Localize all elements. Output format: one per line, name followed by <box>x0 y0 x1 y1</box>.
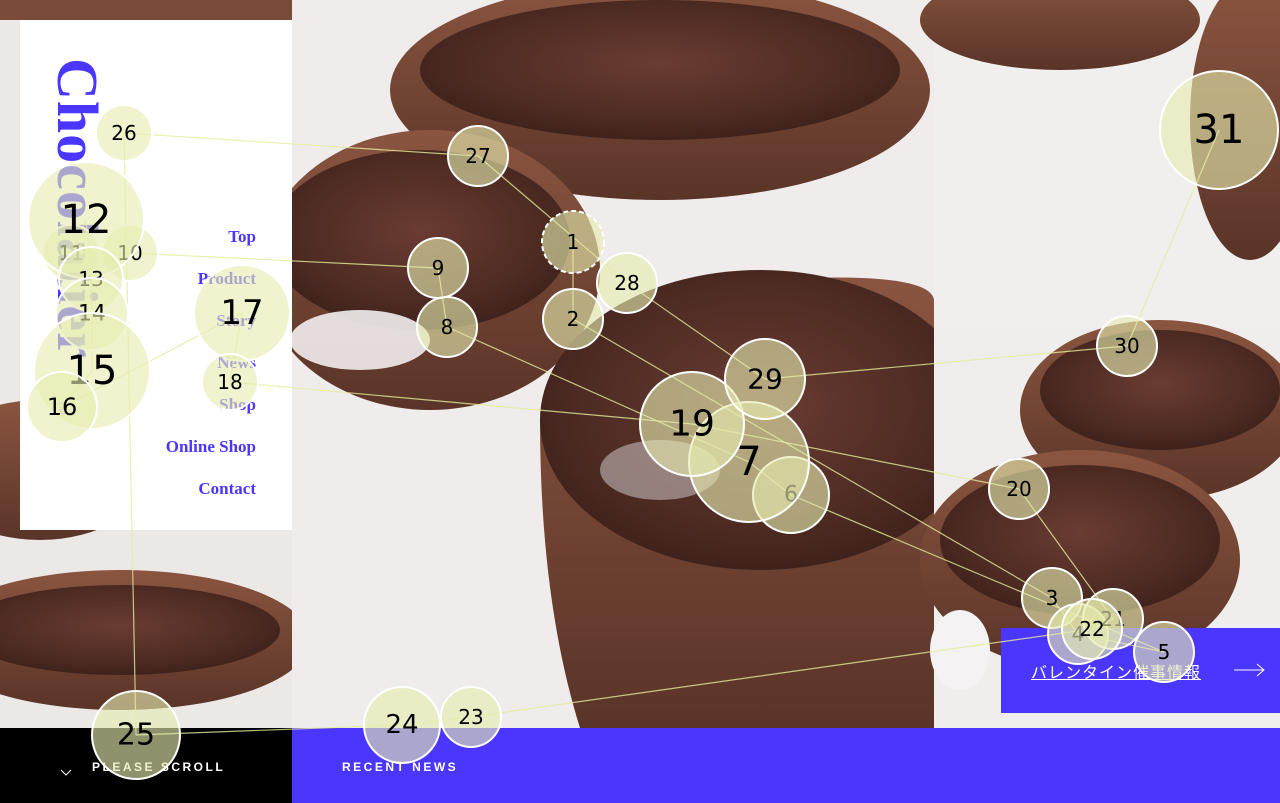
nav-item-shop[interactable]: Shop <box>219 394 256 436</box>
trademark-mark: TM <box>56 400 67 415</box>
nav-item-online-shop[interactable]: Online Shop <box>166 436 256 478</box>
recent-news-label: RECENT NEWS <box>342 760 459 774</box>
hero-section: Chocolatier TM Top Product Story News Sh… <box>0 0 1280 728</box>
valentine-event-label: バレンタイン催事情報 <box>1031 664 1202 682</box>
please-scroll-label: PLEASE SCROLL <box>92 760 226 774</box>
arrow-right-icon <box>1234 663 1265 677</box>
nav-item-top[interactable]: Top <box>228 226 256 268</box>
main-nav: Top Product Story News Shop Online Shop … <box>166 226 256 520</box>
nav-item-news[interactable]: News <box>217 352 256 394</box>
sidebar-panel: Chocolatier TM Top Product Story News Sh… <box>20 20 292 530</box>
nav-item-story[interactable]: Story <box>216 310 256 352</box>
brand-logo[interactable]: Chocolatier <box>45 58 110 359</box>
nav-item-product[interactable]: Product <box>198 268 256 310</box>
valentine-event-button[interactable]: バレンタイン催事情報 <box>1001 628 1280 713</box>
nav-item-contact[interactable]: Contact <box>198 478 256 520</box>
chevron-down-icon <box>60 769 72 776</box>
